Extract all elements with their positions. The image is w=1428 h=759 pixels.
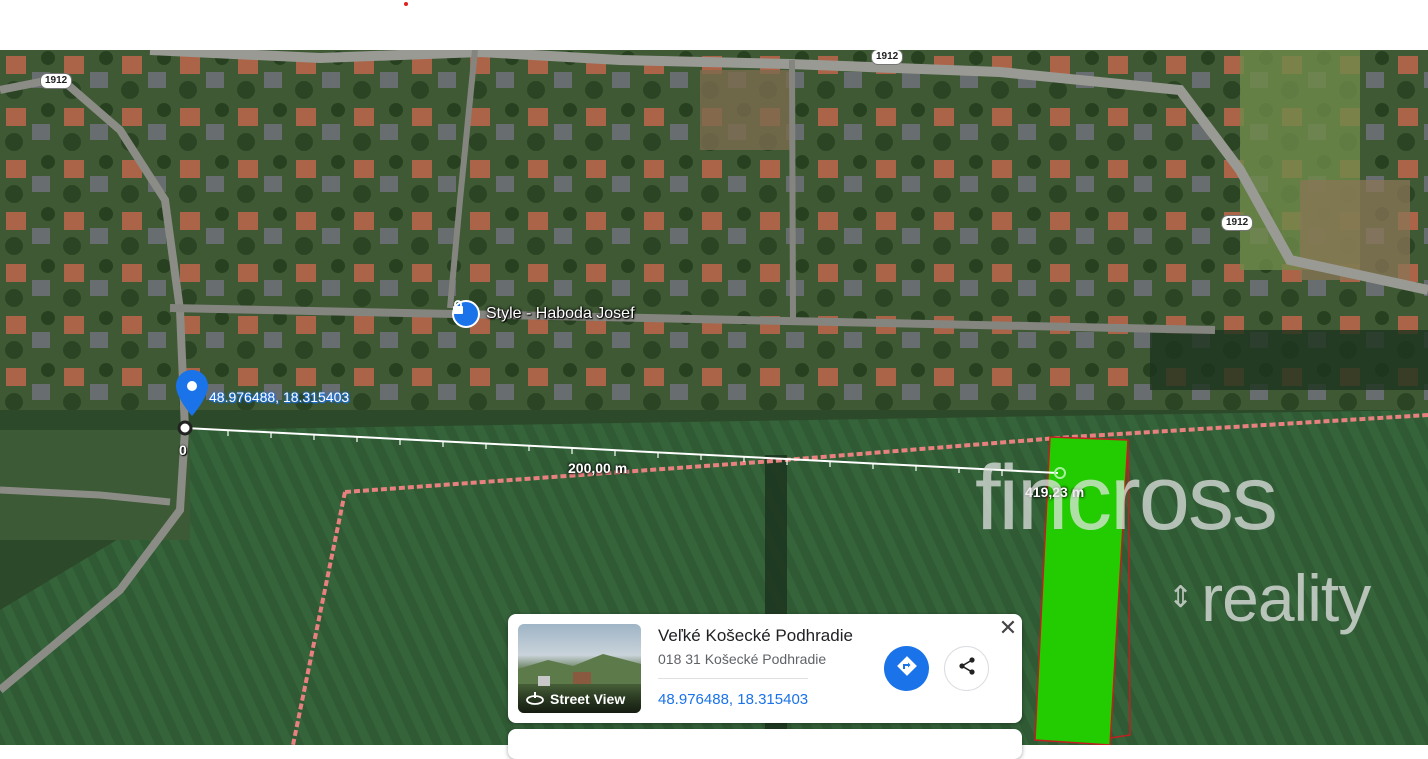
road-shield: 1912: [40, 73, 73, 89]
watermark-reality: reality: [1201, 561, 1371, 635]
directions-button[interactable]: [884, 646, 929, 691]
place-title: Veľké Košecké Podhradie: [658, 626, 853, 645]
divider: [658, 678, 808, 679]
share-button[interactable]: [944, 646, 989, 691]
street-view-thumbnail[interactable]: Street View: [518, 624, 641, 713]
place-card: Street View Veľké Košecké Podhradie 018 …: [508, 614, 1022, 723]
street-view-button[interactable]: Street View: [518, 685, 641, 713]
close-icon[interactable]: ✕: [996, 615, 1020, 640]
lock-bag-icon: [452, 300, 480, 328]
measure-start-label: 0: [179, 442, 187, 458]
top-bar: [0, 0, 1428, 50]
double-arrow-icon: ⇕: [1168, 581, 1194, 614]
directions-icon: [896, 655, 918, 682]
poi-label: Style - Haboda Josef: [486, 305, 635, 322]
watermark-brand: fincross: [975, 447, 1278, 549]
share-icon: [957, 656, 977, 681]
measure-mid-label: 200,00 m: [568, 460, 628, 476]
measure-start-point: [177, 420, 193, 436]
road-shield: 1912: [1221, 215, 1254, 231]
place-coordinates[interactable]: 48.976488, 18.315403: [658, 691, 808, 708]
street-view-label: Street View: [550, 691, 626, 707]
street-view-icon: [526, 691, 544, 708]
red-dot-marker: [404, 2, 408, 6]
road-shield: 1912: [871, 50, 904, 65]
place-address: 018 31 Košecké Podhradie: [658, 651, 827, 667]
watermark-sub: ⇕ reality: [1168, 561, 1371, 635]
poi-marker[interactable]: Style - Haboda Josef: [452, 300, 635, 328]
pin-coordinates-label: 48.976488, 18.315403: [209, 389, 350, 405]
secondary-panel: [508, 729, 1022, 759]
